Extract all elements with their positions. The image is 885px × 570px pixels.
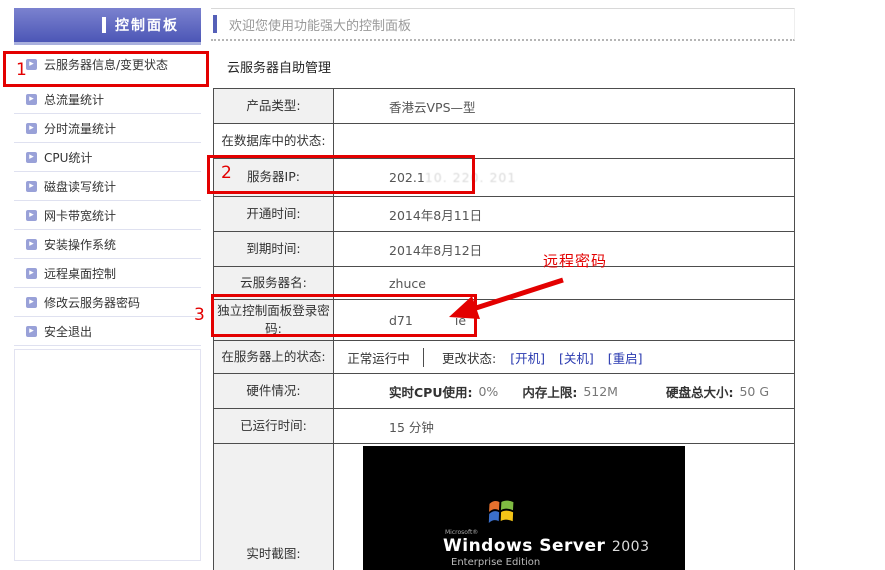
- open-date-value: 2014年8月11日: [334, 197, 795, 232]
- power-on-link[interactable]: [开机]: [510, 348, 545, 367]
- table-row-db-status: 在数据库中的状态:: [214, 124, 795, 159]
- expire-date-label: 到期时间:: [214, 232, 334, 267]
- table-row-open-date: 开通时间: 2014年8月11日: [214, 197, 795, 232]
- uptime-value: 15 分钟: [334, 409, 795, 444]
- sidebar-item-9[interactable]: ▸ 安全退出: [14, 317, 201, 346]
- screenshot-cell: Microsoft® Windows Server 2003 Enterpris…: [334, 444, 795, 570]
- welcome-banner: 欢迎您使用功能强大的控制面板: [211, 8, 795, 41]
- arrow-bullet-icon: ▸: [26, 123, 37, 134]
- sidebar-item-7[interactable]: ▸ 远程桌面控制: [14, 259, 201, 288]
- uptime-label: 已运行时间:: [214, 409, 334, 444]
- windows-server-logo: Microsoft® Windows Server 2003 Enterpris…: [443, 498, 650, 568]
- sidebar-empty-panel: [14, 349, 201, 561]
- password-end: ie: [455, 313, 466, 328]
- os-title-text: Windows Server: [443, 536, 605, 556]
- table-row-server-name: 云服务器名: zhuce: [214, 267, 795, 300]
- os-edition: Enterprise Edition: [451, 557, 650, 568]
- sidebar-item-5[interactable]: ▸ 网卡带宽统计: [14, 201, 201, 230]
- arrow-bullet-icon: ▸: [26, 297, 37, 308]
- sidebar-menu: ▸ 云服务器信息/变更状态 ▸ 总流量统计 ▸ 分时流量统计 ▸ CPU统计 ▸ 磁盘读写统计 ▸ 网…: [14, 45, 201, 346]
- sidebar-item-1[interactable]: ▸ 总流量统计: [14, 85, 201, 114]
- arrow-bullet-icon: ▸: [26, 181, 37, 192]
- disk-size-value: 50 G: [739, 384, 769, 399]
- sidebar-item-4[interactable]: ▸ 磁盘读写统计: [14, 172, 201, 201]
- sidebar-item-8[interactable]: ▸ 修改云服务器密码: [14, 288, 201, 317]
- welcome-text: 欢迎您使用功能强大的控制面板: [229, 15, 411, 34]
- arrow-bullet-icon: ▸: [26, 268, 37, 279]
- hardware-value-cell: 实时CPU使用: 0% 内存上限: 512M 硬盘总大小: 50 G: [334, 374, 795, 409]
- cpu-usage-label: 实时CPU使用:: [389, 382, 472, 401]
- table-row-panel-password: 独立控制面板登录密码: d71 ie: [214, 300, 795, 341]
- page-title: 云服务器自助管理: [227, 57, 331, 76]
- arrow-bullet-icon: ▸: [26, 210, 37, 221]
- reboot-link[interactable]: [重启]: [608, 348, 643, 367]
- microsoft-brand-text: Microsoft®: [445, 529, 650, 536]
- sidebar-item-label: 安全退出: [44, 323, 92, 340]
- table-row-expire-date: 到期时间: 2014年8月12日: [214, 232, 795, 267]
- cpu-usage-value: 0%: [478, 384, 498, 399]
- sidebar-title: 控制面板: [115, 15, 179, 35]
- os-year: 2003: [612, 539, 650, 555]
- os-title: Windows Server 2003: [443, 536, 650, 556]
- ip-visible-part: 202.1: [389, 170, 425, 185]
- arrow-bullet-icon: ▸: [26, 239, 37, 250]
- panel-password-value: d71 ie: [334, 300, 795, 341]
- ip-masked-part: 10. 220. 201: [425, 170, 517, 185]
- table-row-status: 在服务器上的状态: 正常运行中 更改状态: [开机] [关机] [重启]: [214, 341, 795, 374]
- table-row-product: 产品类型: 香港云VPS—型: [214, 89, 795, 124]
- sidebar-item-6[interactable]: ▸ 安装操作系统: [14, 230, 201, 259]
- server-name-value: zhuce: [334, 267, 795, 300]
- table-row-server-ip: 服务器IP: 202.110. 220. 201: [214, 159, 795, 197]
- status-value-cell: 正常运行中 更改状态: [开机] [关机] [重启]: [334, 341, 795, 374]
- sidebar-item-label: 云服务器信息/变更状态: [44, 56, 168, 73]
- main-content: 欢迎您使用功能强大的控制面板 云服务器自助管理 产品类型: 香港云VPS—型 在…: [211, 8, 795, 41]
- sidebar-header: 控制面板: [14, 8, 201, 45]
- server-info-table: 产品类型: 香港云VPS—型 在数据库中的状态: 服务器IP: 202.110.…: [213, 88, 795, 570]
- server-ip-label: 服务器IP:: [214, 159, 334, 197]
- memory-limit-value: 512M: [583, 384, 618, 399]
- sidebar-item-label: 修改云服务器密码: [44, 294, 140, 311]
- sidebar-item-3[interactable]: ▸ CPU统计: [14, 143, 201, 172]
- live-screenshot-image: Microsoft® Windows Server 2003 Enterpris…: [363, 446, 685, 570]
- accent-bar: [213, 15, 217, 33]
- windows-flag-icon: [487, 498, 517, 525]
- sidebar-item-label: 网卡带宽统计: [44, 207, 116, 224]
- arrow-bullet-icon: ▸: [26, 59, 37, 70]
- sidebar-item-label: CPU统计: [44, 149, 92, 166]
- server-ip-value: 202.110. 220. 201: [334, 159, 795, 197]
- arrow-bullet-icon: ▸: [26, 94, 37, 105]
- db-status-label: 在数据库中的状态:: [214, 124, 334, 159]
- table-row-uptime: 已运行时间: 15 分钟: [214, 409, 795, 444]
- table-row-hardware: 硬件情况: 实时CPU使用: 0% 内存上限: 512M 硬盘总大小: 50 G: [214, 374, 795, 409]
- sidebar-item-label: 分时流量统计: [44, 120, 116, 137]
- disk-size-label: 硬盘总大小:: [666, 382, 734, 401]
- table-row-screenshot: 实时截图: Microsoft® Windows: [214, 444, 795, 570]
- screenshot-label: 实时截图:: [214, 444, 334, 570]
- memory-limit-label: 内存上限:: [522, 382, 577, 401]
- password-start: d71: [389, 313, 413, 328]
- arrow-bullet-icon: ▸: [26, 326, 37, 337]
- product-type-label: 产品类型:: [214, 89, 334, 124]
- title-accent-bar: [102, 17, 106, 33]
- arrow-bullet-icon: ▸: [26, 152, 37, 163]
- power-off-link[interactable]: [关机]: [559, 348, 594, 367]
- product-type-value: 香港云VPS—型: [334, 89, 795, 124]
- expire-date-value: 2014年8月12日: [334, 232, 795, 267]
- status-label: 在服务器上的状态:: [214, 341, 334, 374]
- sidebar-item-label: 总流量统计: [44, 91, 104, 108]
- panel-password-label: 独立控制面板登录密码:: [214, 300, 334, 341]
- status-running-badge: 正常运行中: [334, 348, 424, 367]
- sidebar: 控制面板 ▸ 云服务器信息/变更状态 ▸ 总流量统计 ▸ 分时流量统计 ▸ CPU统计 ▸ 磁盘读…: [14, 8, 201, 561]
- sidebar-item-label: 磁盘读写统计: [44, 178, 116, 195]
- sidebar-item-label: 安装操作系统: [44, 236, 116, 253]
- sidebar-item-2[interactable]: ▸ 分时流量统计: [14, 114, 201, 143]
- change-status-label: 更改状态:: [442, 348, 496, 367]
- sidebar-item-label: 远程桌面控制: [44, 265, 116, 282]
- sidebar-item-0[interactable]: ▸ 云服务器信息/变更状态: [14, 45, 201, 85]
- server-name-label: 云服务器名:: [214, 267, 334, 300]
- open-date-label: 开通时间:: [214, 197, 334, 232]
- db-status-value: [334, 124, 795, 159]
- hardware-label: 硬件情况:: [214, 374, 334, 409]
